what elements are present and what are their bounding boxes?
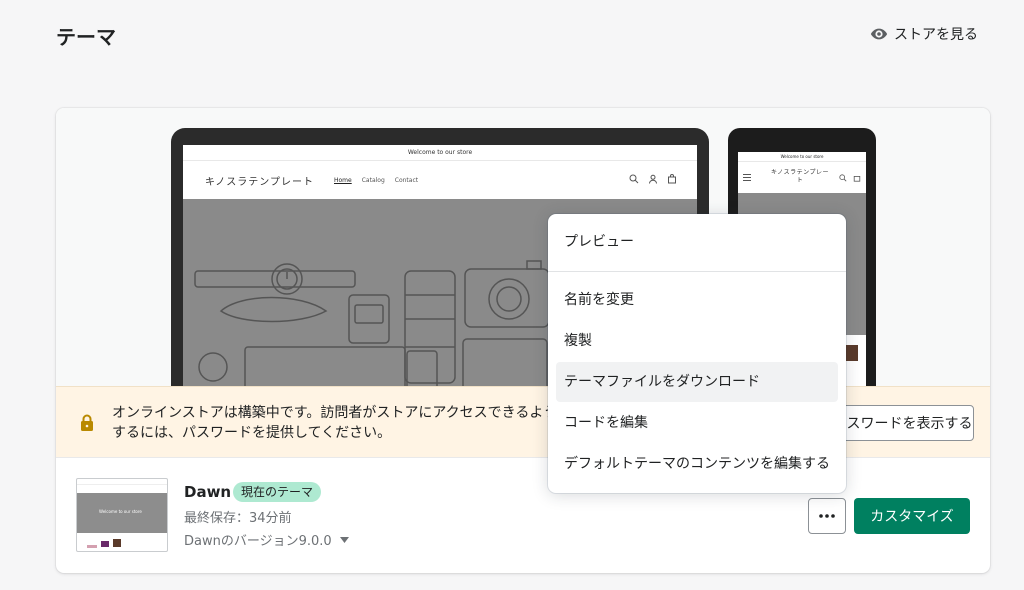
menu-item-preview[interactable]: プレビュー bbox=[556, 222, 838, 262]
theme-preview: Welcome to our store キノスラテンプレート Home Cat… bbox=[56, 108, 990, 386]
menu-item-edit-code[interactable]: コードを編集 bbox=[556, 403, 838, 443]
thumbnail-swatch bbox=[113, 539, 121, 547]
view-store-link[interactable]: ストアを見る bbox=[870, 24, 978, 44]
nav-home: Home bbox=[334, 176, 352, 184]
theme-name: Dawn bbox=[184, 483, 232, 501]
page-title: テーマ bbox=[56, 25, 116, 49]
announcement-bar: Welcome to our store bbox=[183, 145, 697, 161]
menu-item-edit-default-content[interactable]: デフォルトテーマのコンテンツを編集する bbox=[556, 444, 838, 484]
thumbnail-caption: Welcome to our store bbox=[99, 509, 142, 514]
menu-item-rename[interactable]: 名前を変更 bbox=[556, 280, 838, 320]
theme-version: Dawnのバージョン9.0.0 bbox=[184, 534, 332, 549]
current-theme-badge: 現在のテーマ bbox=[233, 482, 322, 502]
hamburger-icon bbox=[743, 174, 751, 181]
theme-version-toggle[interactable]: Dawnのバージョン9.0.0 bbox=[184, 530, 349, 549]
search-icon bbox=[629, 174, 639, 184]
store-header: キノスラテンプレート Home Catalog Contact bbox=[183, 161, 697, 199]
menu-item-download-theme-file[interactable]: テーマファイルをダウンロード bbox=[556, 362, 838, 402]
theme-thumbnail: Welcome to our store bbox=[76, 478, 168, 552]
mobile-announcement-bar: Welcome to our store bbox=[738, 152, 866, 162]
thumbnail-header bbox=[77, 479, 167, 485]
eye-icon bbox=[870, 28, 888, 40]
mobile-search-icon bbox=[839, 174, 847, 182]
menu-divider bbox=[548, 271, 846, 272]
password-banner: オンラインストアは構築中です。訪問者がストアにアクセスできるようにするには、パス… bbox=[56, 386, 990, 458]
view-store-label: ストアを見る bbox=[894, 27, 978, 43]
mobile-store-name: キノスラテンプレート bbox=[771, 169, 829, 184]
store-nav: Home Catalog Contact bbox=[334, 177, 418, 184]
mobile-cart-icon bbox=[853, 176, 861, 182]
horizontal-dots-icon bbox=[819, 514, 835, 518]
nav-contact: Contact bbox=[394, 176, 419, 184]
store-icons bbox=[629, 174, 677, 184]
mobile-header: キノスラテンプレート bbox=[738, 162, 866, 192]
mobile-product-swatch bbox=[846, 345, 858, 361]
more-actions-button[interactable] bbox=[808, 498, 846, 534]
store-name: キノスラテンプレート bbox=[205, 176, 314, 188]
theme-actions-menu: プレビュー 名前を変更 複製 テーマファイルをダウンロード コードを編集 デフォ… bbox=[548, 214, 846, 493]
menu-item-duplicate[interactable]: 複製 bbox=[556, 321, 838, 361]
last-saved: 最終保存：34分前 bbox=[184, 511, 292, 526]
customize-button[interactable]: カスタマイズ bbox=[854, 498, 970, 534]
account-icon bbox=[649, 174, 657, 184]
cart-icon bbox=[668, 174, 676, 184]
show-password-button[interactable]: パスワードを表示する bbox=[831, 405, 974, 441]
caret-down-icon bbox=[339, 536, 349, 543]
current-theme-row: Welcome to our store Dawn 現在のテーマ 最終保存：34… bbox=[56, 458, 990, 573]
nav-catalog: Catalog bbox=[361, 176, 385, 184]
banner-message: オンラインストアは構築中です。訪問者がストアにアクセスできるようにするには、パス… bbox=[112, 405, 572, 441]
theme-card: Welcome to our store キノスラテンプレート Home Cat… bbox=[56, 108, 990, 573]
thumbnail-swatch bbox=[101, 541, 109, 547]
thumbnail-swatch bbox=[87, 545, 97, 548]
lock-icon bbox=[81, 414, 93, 431]
